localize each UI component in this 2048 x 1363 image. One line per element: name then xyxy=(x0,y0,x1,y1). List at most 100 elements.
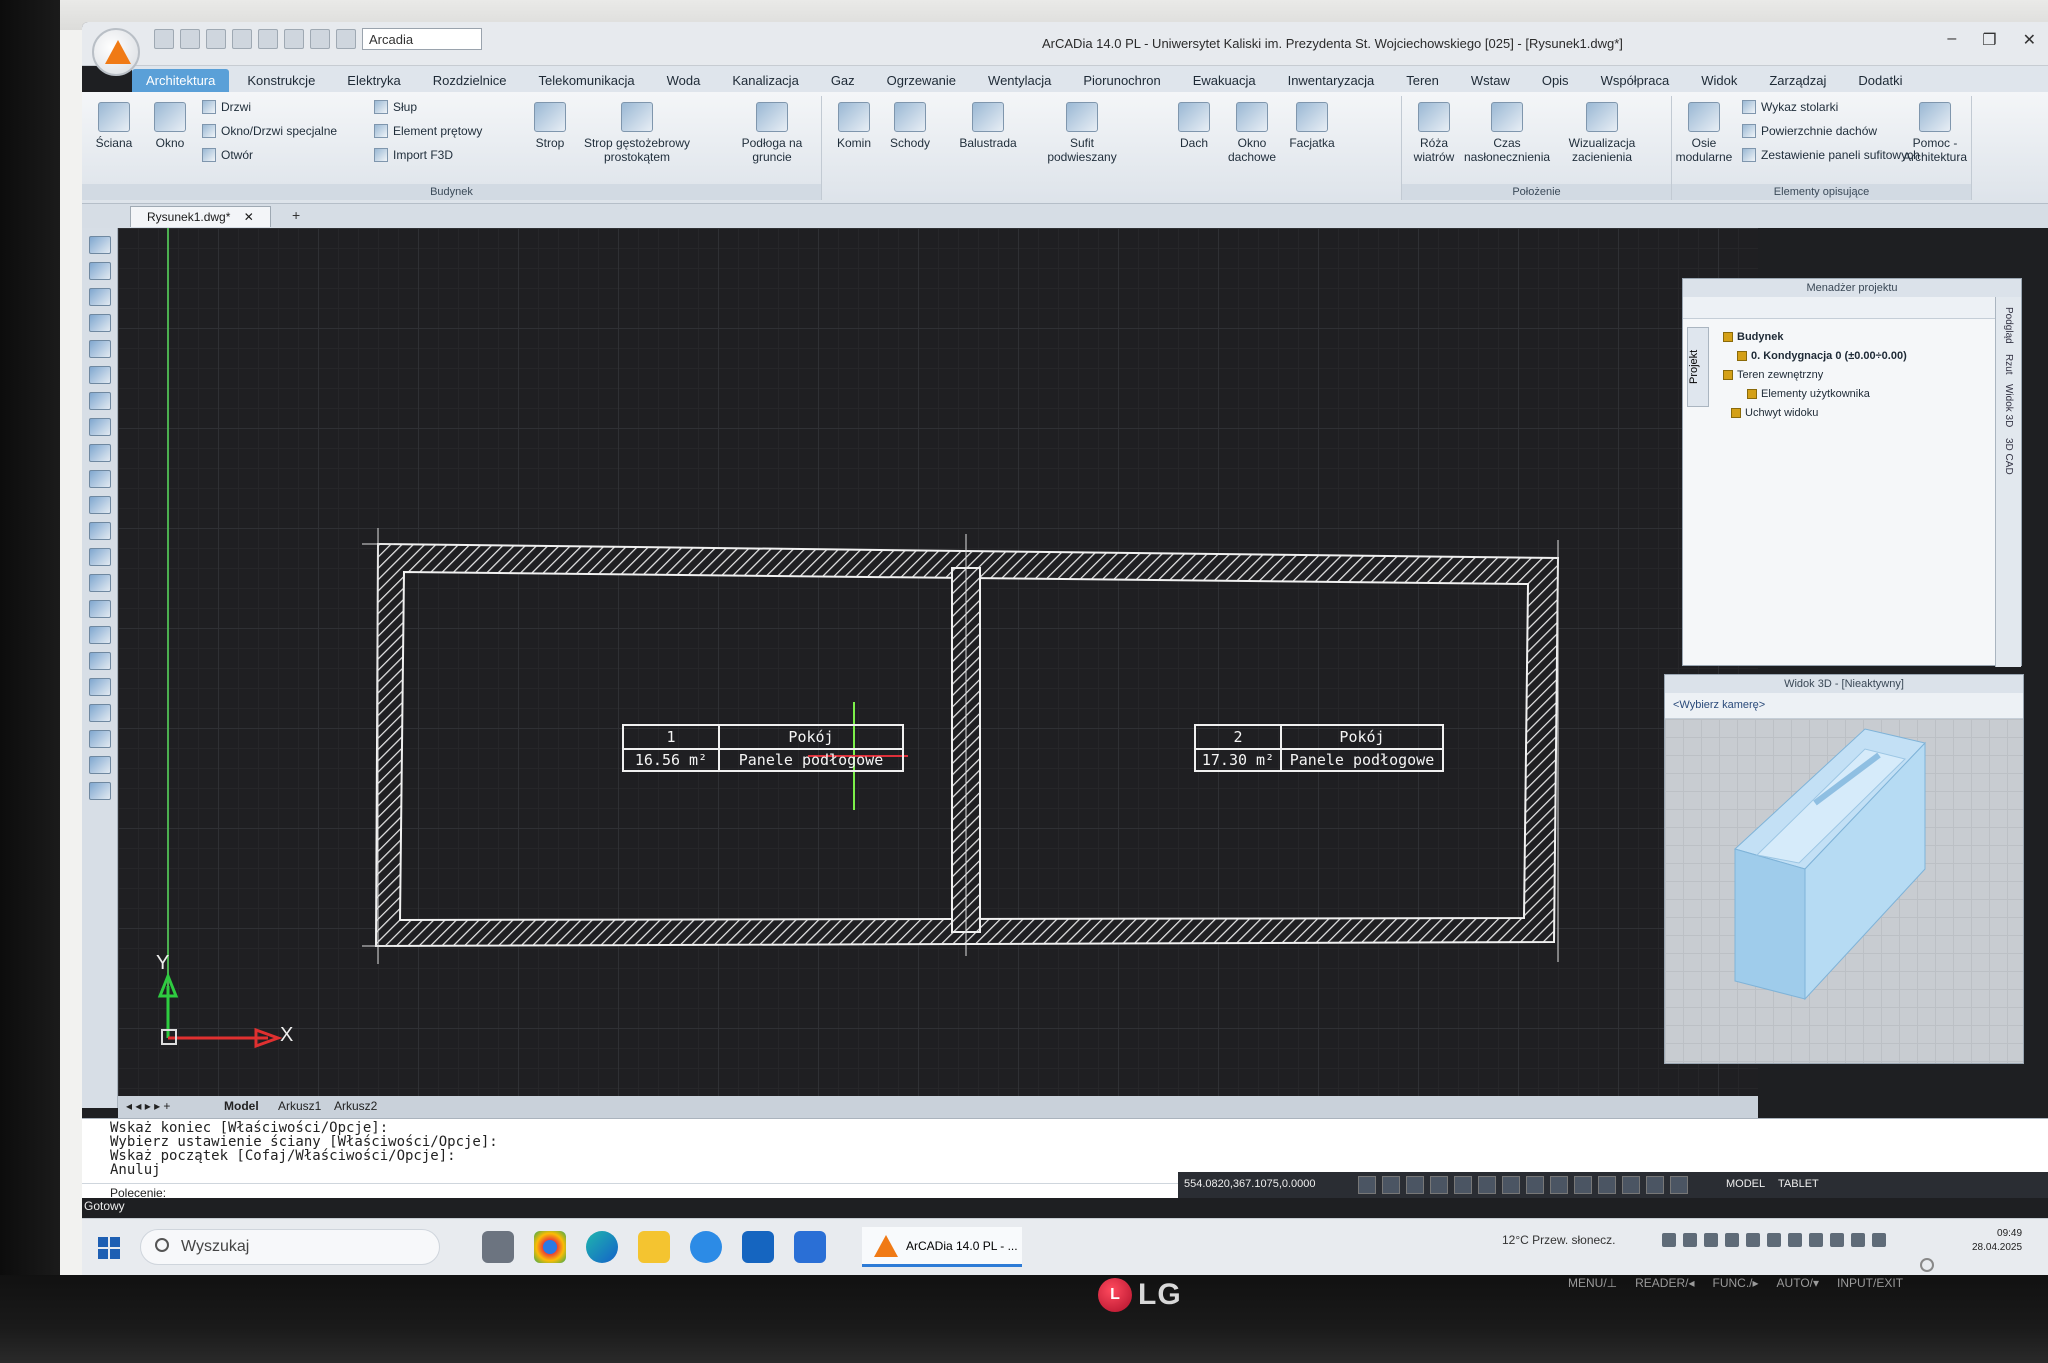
tray-icon[interactable] xyxy=(1767,1233,1781,1247)
snap-icon[interactable] xyxy=(1358,1176,1376,1194)
monitor-button[interactable]: AUTO/▾ xyxy=(1777,1276,1819,1290)
select-icon[interactable] xyxy=(88,236,111,254)
minimize-button[interactable]: – xyxy=(1947,30,1956,50)
network-icon[interactable] xyxy=(1851,1233,1865,1247)
copy-icon[interactable] xyxy=(88,678,111,696)
ribbon-tab[interactable]: Rozdzielnice xyxy=(419,69,521,92)
tray-icon[interactable] xyxy=(1809,1233,1823,1247)
clock[interactable]: 09:49 28.04.2025 xyxy=(1972,1227,2022,1255)
workspace-select[interactable]: Arcadia xyxy=(362,28,482,50)
selection-icon[interactable] xyxy=(1550,1176,1568,1194)
task-view-icon[interactable] xyxy=(482,1231,514,1263)
ribbon-tab[interactable]: Kanalizacja xyxy=(718,69,813,92)
view-3d-scene[interactable] xyxy=(1665,719,2023,1063)
tab-arkusz1[interactable]: Arkusz1 xyxy=(278,1099,321,1113)
ribbon-tab[interactable]: Ogrzewanie xyxy=(873,69,970,92)
ribbon-tab[interactable]: Teren xyxy=(1392,69,1453,92)
tree-item[interactable]: Uchwyt widoku xyxy=(1723,403,1907,422)
volume-icon[interactable] xyxy=(1872,1233,1886,1247)
joinery-list-button[interactable]: Wykaz stolarki xyxy=(1742,100,1838,114)
monitor-button[interactable]: INPUT/EXIT xyxy=(1837,1276,1903,1290)
tablet-toggle[interactable]: TABLET xyxy=(1778,1178,1819,1190)
arc-icon[interactable] xyxy=(88,574,111,592)
model-toggle[interactable]: MODEL xyxy=(1726,1178,1765,1190)
document-tab-close-icon[interactable]: ✕ xyxy=(244,210,254,224)
color-icon[interactable] xyxy=(88,340,111,358)
help-button[interactable]: Pomoc - Architektura xyxy=(1900,102,1970,164)
circle-icon[interactable] xyxy=(88,548,111,566)
ribbon-tab[interactable]: Zarządzaj xyxy=(1755,69,1840,92)
ground-floor-button[interactable]: Podłoga na gruncie xyxy=(732,102,812,164)
rotate-icon[interactable] xyxy=(88,704,111,722)
osnap-icon[interactable] xyxy=(1454,1176,1472,1194)
zoom-window-icon[interactable] xyxy=(88,418,111,436)
balustrade-button[interactable]: Balustrada xyxy=(950,102,1026,150)
add-document-button[interactable]: + xyxy=(292,207,300,223)
ribbon-tab[interactable]: Woda xyxy=(653,69,715,92)
sunlight-time-button[interactable]: Czas nasłonecznienia xyxy=(1462,102,1552,164)
drawing-canvas[interactable]: 1 Pokój 16.56 m² Panele podłogowe 2 Pokó… xyxy=(118,228,1758,1096)
save-as-icon[interactable] xyxy=(232,29,252,49)
maximize-button[interactable]: ❐ xyxy=(1982,30,1996,50)
sun-icon[interactable] xyxy=(336,29,356,49)
tree-item[interactable]: Teren zewnętrzny xyxy=(1723,365,1907,384)
document-tab[interactable]: Rysunek1.dwg* ✕ xyxy=(130,206,271,227)
monitor-button[interactable]: FUNC./▸ xyxy=(1713,1276,1759,1290)
room-label-2[interactable]: 2 Pokój 17.30 m² Panele podłogowe xyxy=(1194,724,1444,772)
tree-item[interactable]: Budynek xyxy=(1723,327,1907,346)
ribbon-tab[interactable]: Ewakuacja xyxy=(1179,69,1270,92)
layout-nav-arrows[interactable]: ◂ ◂ ▸ ▸ + xyxy=(126,1099,170,1113)
grid-icon[interactable] xyxy=(1430,1176,1448,1194)
roof-window-button[interactable]: Okno dachowe xyxy=(1220,102,1284,164)
taskbar-arcadia[interactable]: ArCADia 14.0 PL - ... xyxy=(862,1227,1022,1267)
import-f3d-button[interactable]: Import F3D xyxy=(374,148,453,162)
annotation-icon[interactable] xyxy=(1598,1176,1616,1194)
room-label-1[interactable]: 1 Pokój 16.56 m² Panele podłogowe xyxy=(622,724,904,772)
monitor-button[interactable]: MENU/⊥ xyxy=(1568,1276,1617,1290)
close-button[interactable]: ✕ xyxy=(2023,30,2036,50)
tray-icon[interactable] xyxy=(1683,1233,1697,1247)
hatch-icon[interactable] xyxy=(88,626,111,644)
tree-item[interactable]: Elementy użytkownika xyxy=(1723,384,1907,403)
rectangle-icon[interactable] xyxy=(88,600,111,618)
window-button[interactable]: Okno xyxy=(138,102,202,150)
ribbon-tab[interactable]: Dodatki xyxy=(1844,69,1916,92)
mirror-icon[interactable] xyxy=(88,730,111,748)
ribbon-tab[interactable]: Inwentaryzacja xyxy=(1274,69,1389,92)
ortho-icon[interactable] xyxy=(1382,1176,1400,1194)
chimney-button[interactable]: Komin xyxy=(822,102,886,150)
tab-3d-cad[interactable]: 3D CAD xyxy=(2003,438,2014,475)
redo-icon[interactable] xyxy=(284,29,304,49)
tray-icon[interactable] xyxy=(1830,1233,1844,1247)
ribbon-tab[interactable]: Opis xyxy=(1528,69,1583,92)
new-file-icon[interactable] xyxy=(154,29,174,49)
polar-icon[interactable] xyxy=(1406,1176,1424,1194)
shading-visualization-button[interactable]: Wizualizacja zacienienia xyxy=(1562,102,1642,164)
viewport-icon[interactable] xyxy=(1622,1176,1640,1194)
ribbon-tab[interactable]: Piorunochron xyxy=(1069,69,1174,92)
file-explorer-icon[interactable] xyxy=(638,1231,670,1263)
polyline-icon[interactable] xyxy=(88,522,111,540)
suspended-ceiling-button[interactable]: Sufit podwieszany xyxy=(1042,102,1122,164)
tree-item[interactable]: 0. Kondygnacja 0 (±0.00÷0.00) xyxy=(1723,346,1907,365)
ceiling-panels-button[interactable]: Zestawienie paneli sufitowych xyxy=(1742,148,1920,162)
offset-icon[interactable] xyxy=(88,756,111,774)
orbit-icon[interactable] xyxy=(88,444,111,462)
lineweight-icon[interactable] xyxy=(1502,1176,1520,1194)
move-icon[interactable] xyxy=(88,652,111,670)
outlook-icon[interactable] xyxy=(742,1231,774,1263)
special-door-window-button[interactable]: Okno/Drzwi specjalne xyxy=(202,124,337,138)
measure-icon[interactable] xyxy=(88,470,111,488)
ribbed-slab-button[interactable]: Strop gęstożebrowy prostokątem xyxy=(582,102,692,164)
tray-icon[interactable] xyxy=(1788,1233,1802,1247)
tray-icon[interactable] xyxy=(1725,1233,1739,1247)
wall-button[interactable]: Ściana xyxy=(82,102,146,150)
tray-icon[interactable] xyxy=(1662,1233,1676,1247)
taskbar-search[interactable]: Wyszukaj xyxy=(140,1229,440,1265)
chrome-icon[interactable] xyxy=(534,1231,566,1263)
column-button[interactable]: Słup xyxy=(374,100,417,114)
weather-widget[interactable]: 12°C Przew. słonecz. xyxy=(1502,1233,1616,1247)
tray-icon[interactable] xyxy=(1746,1233,1760,1247)
layer-icon[interactable] xyxy=(1526,1176,1544,1194)
camera-select[interactable]: <Wybierz kamerę> xyxy=(1665,693,2023,719)
